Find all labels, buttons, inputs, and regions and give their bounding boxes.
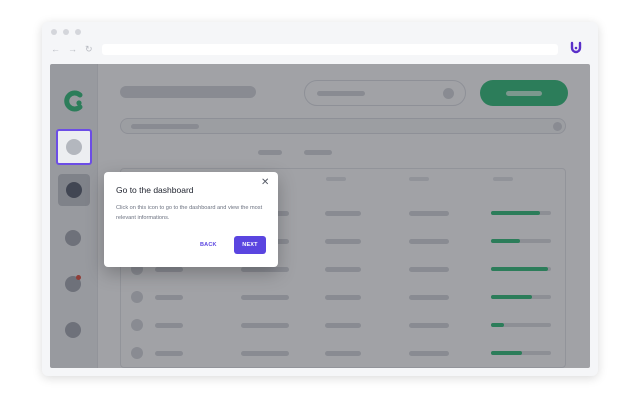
browser-nav: ← → ↻ xyxy=(51,44,93,54)
window-dot[interactable] xyxy=(63,29,69,35)
window-dot[interactable] xyxy=(51,29,57,35)
browser-window: ← → ↻ xyxy=(42,22,598,376)
sidebar-item-dashboard[interactable] xyxy=(56,129,92,165)
arrow-right-icon[interactable]: → xyxy=(68,44,77,54)
window-dot[interactable] xyxy=(75,29,81,35)
arrow-left-icon[interactable]: ← xyxy=(51,44,60,54)
next-button[interactable]: NEXT xyxy=(234,236,266,254)
tour-title: Go to the dashboard xyxy=(116,185,194,195)
tour-popover: Go to the dashboard ✕ Click on this icon… xyxy=(104,172,278,267)
dashboard-icon xyxy=(66,139,82,155)
window-controls xyxy=(51,29,81,35)
tour-body: Click on this icon to go to the dashboar… xyxy=(116,204,266,223)
reload-icon[interactable]: ↻ xyxy=(85,44,93,54)
close-icon[interactable]: ✕ xyxy=(261,177,269,189)
extension-logo-icon[interactable] xyxy=(569,41,583,55)
app-viewport: Go to the dashboard ✕ Click on this icon… xyxy=(50,64,590,368)
back-button[interactable]: BACK xyxy=(200,242,217,248)
address-bar[interactable] xyxy=(102,44,558,55)
